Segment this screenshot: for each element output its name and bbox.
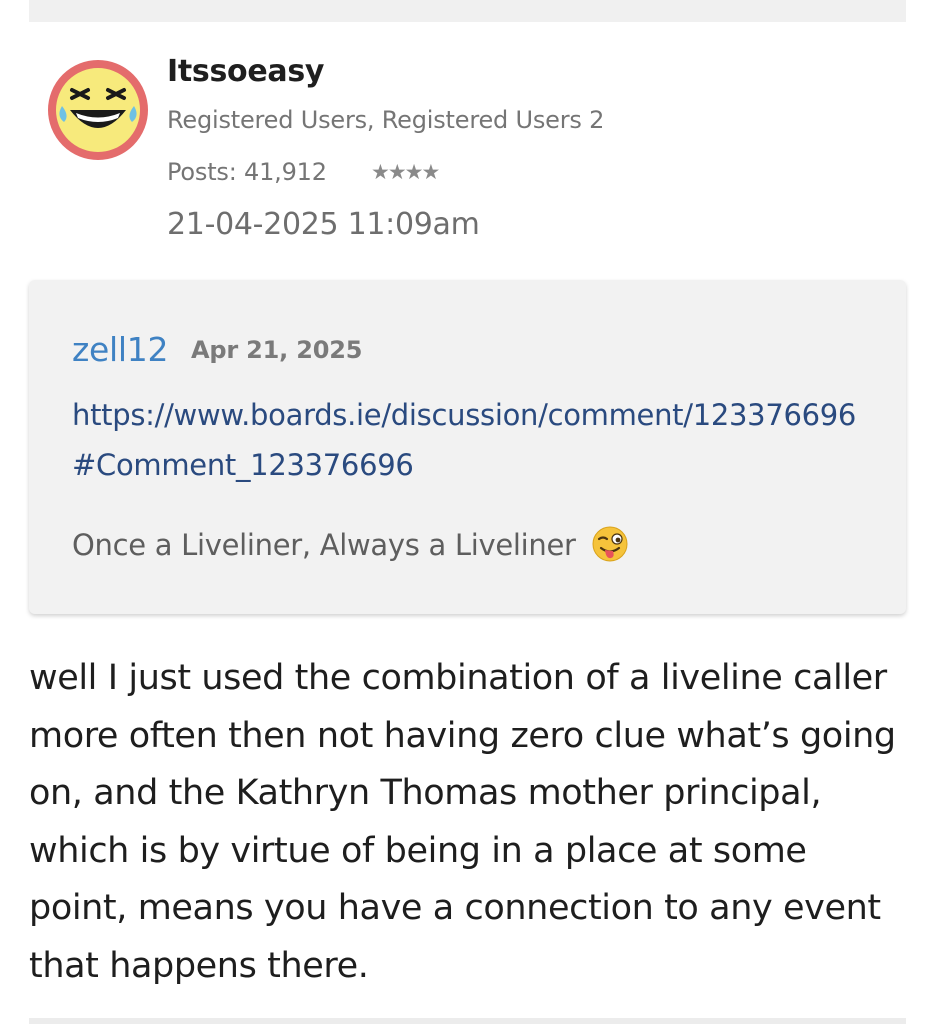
laughing-face-icon [48, 60, 148, 160]
quote-link[interactable]: https://www.boards.ie/discussion/comment… [72, 390, 872, 490]
quote-text: Once a Liveliner, Always a Liveliner [72, 528, 576, 562]
post-body: well I just used the combination of a li… [29, 658, 896, 986]
avatar[interactable] [48, 60, 148, 160]
quote-signature: Once a Liveliner, Always a Liveliner [72, 525, 629, 566]
quote-date: Apr 21, 2025 [191, 336, 363, 364]
post-date[interactable]: 21-04-2025 11:09am [167, 207, 480, 242]
forum-post-page: Itssoeasy Registered Users, Registered U… [0, 0, 934, 1024]
author-name[interactable]: Itssoeasy [167, 54, 324, 89]
author-post-count: Posts: 41,912 [167, 158, 327, 186]
quote-block: zell12 Apr 21, 2025 https://www.boards.i… [29, 280, 906, 614]
previous-post-separator [29, 0, 906, 22]
quote-author[interactable]: zell12 [72, 330, 168, 369]
author-roles: Registered Users, Registered Users 2 [167, 106, 605, 134]
winking-tongue-emoji-icon [591, 525, 629, 563]
rank-stars-icon: ★★★★ [371, 160, 440, 184]
next-post-separator [29, 1018, 906, 1024]
